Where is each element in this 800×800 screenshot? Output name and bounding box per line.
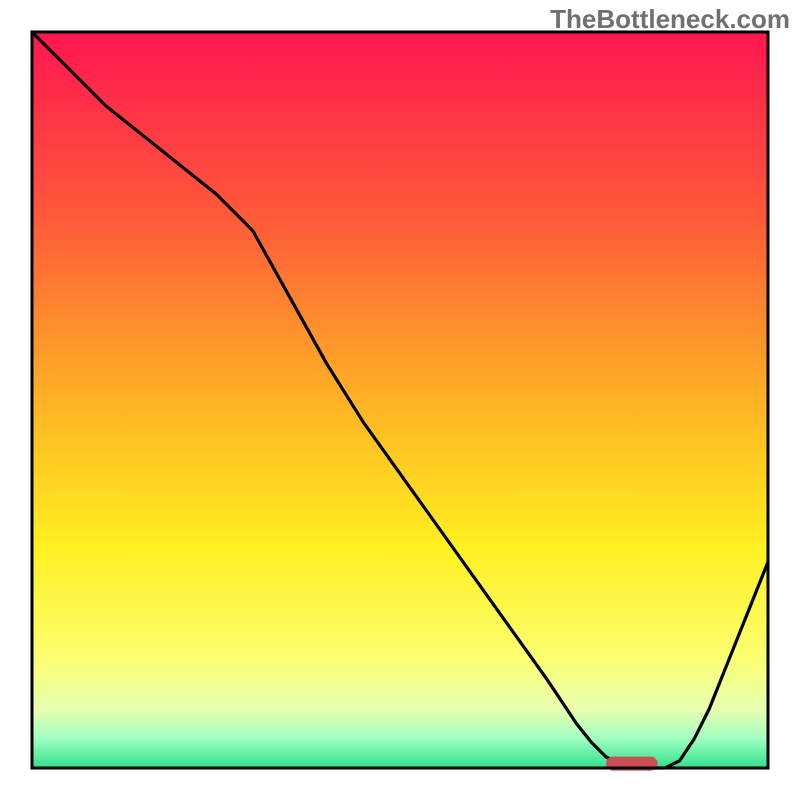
- chart-svg: [0, 0, 800, 800]
- bottleneck-chart: TheBottleneck.com: [0, 0, 800, 800]
- gradient-background: [32, 32, 768, 768]
- watermark-label: TheBottleneck.com: [550, 4, 790, 35]
